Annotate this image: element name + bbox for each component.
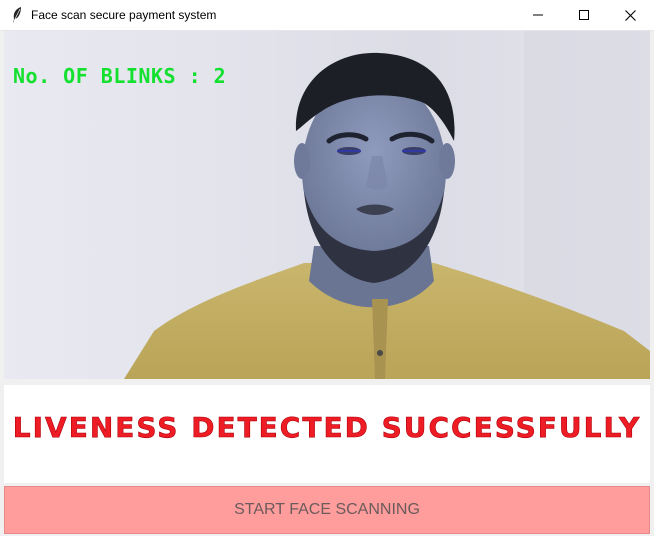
window-title: Face scan secure payment system: [31, 8, 217, 22]
start-face-scanning-button[interactable]: START FACE SCANNING: [4, 486, 650, 534]
feather-icon: [11, 6, 23, 24]
minimize-button[interactable]: [515, 0, 561, 30]
camera-feed: No. OF BLINKS : 2: [4, 31, 650, 379]
blink-count-overlay: No. OF BLINKS : 2: [13, 64, 227, 88]
status-panel: LIVENESS DETECTED SUCCESSFULLY: [4, 385, 650, 483]
title-bar: Face scan secure payment system: [0, 0, 654, 31]
close-button[interactable]: [607, 0, 653, 30]
maximize-icon: [579, 10, 589, 20]
minimize-icon: [533, 14, 543, 16]
close-icon: [624, 9, 636, 21]
liveness-status-message: LIVENESS DETECTED SUCCESSFULLY: [12, 411, 642, 445]
maximize-button[interactable]: [561, 0, 607, 30]
